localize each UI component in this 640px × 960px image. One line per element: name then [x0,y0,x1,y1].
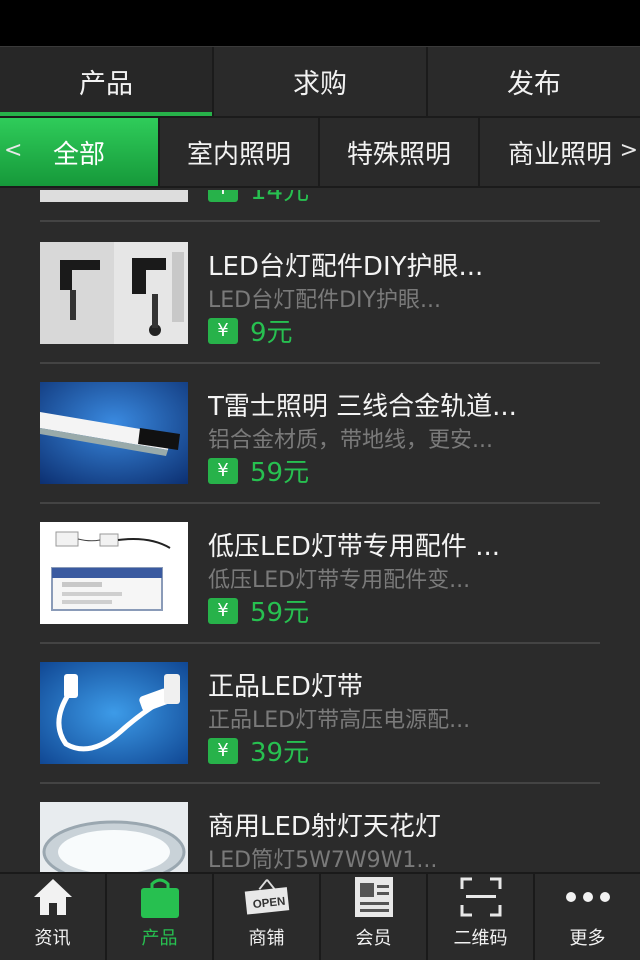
shopping-bag-icon [135,874,185,920]
product-list: ¥ 14元 LED台灯配件DIY护眼... LED台灯配件DIY护眼... ¥ … [0,190,640,872]
price-value: 59元 [250,598,310,628]
product-description: 低压LED灯带专用配件变... [208,568,471,593]
status-bar [0,0,640,46]
list-item[interactable]: 商用LED射灯天花灯 LED筒灯5W7W9W1... [40,784,600,872]
category-commercial-lighting[interactable]: 商业照明 [480,118,640,186]
product-title: LED台灯配件DIY护眼... [208,252,484,282]
product-title: 商用LED射灯天花灯 [208,812,441,842]
yen-badge-icon: ¥ [208,190,238,202]
nav-members[interactable]: 会员 [321,874,428,960]
list-item[interactable]: ¥ 14元 [40,190,600,222]
list-item[interactable]: 正品LED灯带 正品LED灯带高压电源配... ¥ 39元 [40,644,600,784]
qr-scan-icon [456,874,506,920]
product-thumbnail [40,382,188,484]
nav-label: 二维码 [453,928,508,949]
product-description: 铝合金材质，带地线，更安... [208,428,493,453]
tab-products[interactable]: 产品 [0,47,214,116]
category-all[interactable]: 全部 [0,118,160,186]
nav-more[interactable]: 更多 [535,874,640,960]
open-sign-icon: OPEN [242,874,292,920]
product-thumbnail [40,522,188,624]
product-title: T雷士照明 三线合金轨道... [208,392,517,422]
product-thumbnail [40,242,188,344]
home-icon [28,874,78,920]
list-item[interactable]: LED台灯配件DIY护眼... LED台灯配件DIY护眼... ¥ 9元 [40,224,600,364]
list-item[interactable]: 低压LED灯带专用配件 ... 低压LED灯带专用配件变... ¥ 59元 [40,504,600,644]
product-thumbnail [40,190,188,202]
nav-label: 更多 [569,928,606,949]
nav-products[interactable]: 产品 [107,874,214,960]
product-thumbnail [40,802,188,872]
product-description: 正品LED灯带高压电源配... [208,708,471,733]
yen-badge-icon: ¥ [208,457,238,484]
nav-label: 商铺 [248,928,285,949]
list-item[interactable]: T雷士照明 三线合金轨道... 铝合金材质，带地线，更安... ¥ 59元 [40,364,600,504]
nav-news[interactable]: 资讯 [0,874,107,960]
price: ¥ 59元 [208,452,309,489]
nav-label: 会员 [355,928,392,949]
chevron-left-icon[interactable]: < [4,138,22,163]
category-indoor-lighting[interactable]: 室内照明 [160,118,320,186]
price-value: 59元 [250,458,310,488]
yen-badge-icon: ¥ [208,317,238,344]
member-card-icon [349,874,399,920]
bottom-nav: 资讯 产品 OPEN 商铺 会员 二维码 更多 [0,872,640,960]
tab-purchase[interactable]: 求购 [214,47,428,116]
product-title: 正品LED灯带 [208,672,363,702]
yen-badge-icon: ¥ [208,597,238,624]
product-description: LED台灯配件DIY护眼... [208,288,441,313]
price-value: 39元 [250,738,310,768]
category-special-lighting[interactable]: 特殊照明 [320,118,480,186]
product-description: LED筒灯5W7W9W1... [208,848,438,872]
chevron-right-icon[interactable]: > [620,138,638,163]
price: ¥ 14元 [208,190,309,207]
price: ¥ 59元 [208,592,309,629]
price-value: 14元 [250,190,310,206]
product-title: 低压LED灯带专用配件 ... [208,532,500,562]
price: ¥ 39元 [208,732,309,769]
nav-qrcode[interactable]: 二维码 [428,874,535,960]
more-dots-icon [563,874,613,920]
category-bar: 全部 室内照明 特殊照明 商业照明 < > [0,116,640,188]
top-tab-bar: 产品 求购 发布 [0,46,640,116]
nav-shops[interactable]: OPEN 商铺 [214,874,321,960]
price: ¥ 9元 [208,312,293,349]
price-value: 9元 [250,318,293,348]
nav-label: 产品 [141,928,178,949]
tab-publish[interactable]: 发布 [428,47,640,116]
nav-label: 资讯 [34,928,71,949]
yen-badge-icon: ¥ [208,737,238,764]
product-thumbnail [40,662,188,764]
